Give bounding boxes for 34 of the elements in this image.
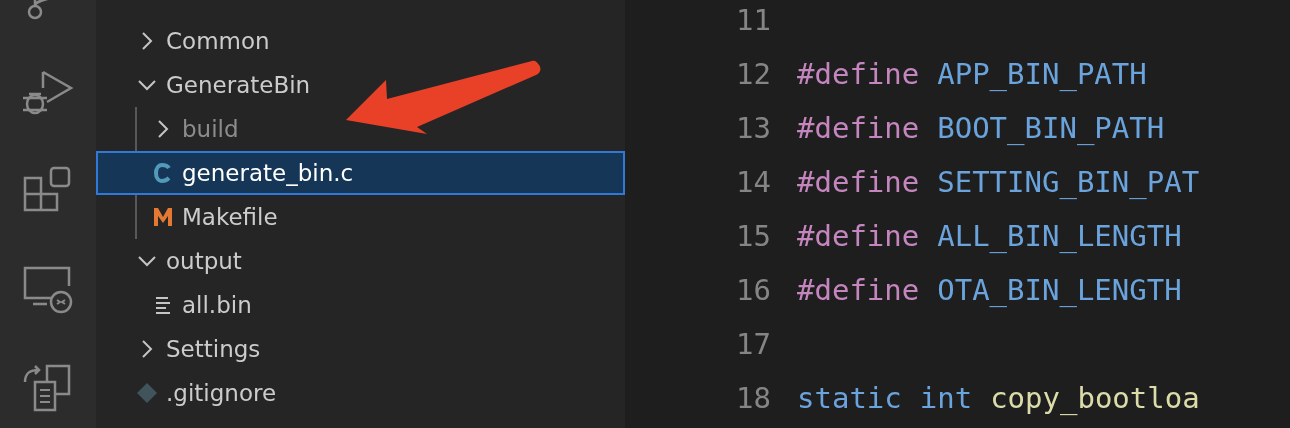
code-token: #define — [797, 165, 920, 199]
code-token: copy_bootloa — [990, 381, 1200, 415]
tree-item[interactable]: Common — [96, 19, 625, 63]
tree-item[interactable]: .gitignore — [96, 371, 625, 415]
tree-item[interactable]: Makefile — [96, 195, 625, 239]
code-token: BOOT_BIN_PATH — [937, 111, 1165, 145]
code-token: ALL_BIN_LENGTH — [937, 219, 1182, 253]
code-token: #define — [797, 111, 920, 145]
line-number: 14 — [735, 165, 771, 199]
line-number: 15 — [735, 219, 771, 253]
code-token: #define — [797, 57, 920, 91]
code-token: OTA_BIN_LENGTH — [937, 273, 1182, 307]
code-token: int — [919, 381, 973, 415]
tree-item[interactable]: Settings — [96, 327, 625, 371]
tree-item[interactable]: output — [96, 239, 625, 283]
line-number: 16 — [735, 273, 771, 307]
tree-item[interactable]: GenerateBin — [96, 63, 625, 107]
makefile-icon — [153, 206, 173, 228]
line-number: 11 — [735, 3, 771, 37]
code-token: #define — [797, 219, 920, 253]
tree-item[interactable]: build — [96, 107, 625, 151]
code-token: SETTING_BIN_PAT — [937, 165, 1200, 199]
code-token: static — [797, 381, 902, 415]
line-number: 18 — [735, 381, 771, 415]
code-token: #define — [797, 273, 920, 307]
git-icon — [137, 382, 157, 404]
tree-item[interactable]: generate_bin.c — [96, 151, 625, 195]
c-file-icon — [153, 162, 173, 184]
tree-item[interactable]: all.bin — [96, 283, 625, 327]
line-number: 12 — [735, 57, 771, 91]
code-token: APP_BIN_PATH — [937, 57, 1147, 91]
line-number: 17 — [735, 327, 771, 361]
text-lines-icon — [153, 294, 173, 316]
line-number: 13 — [735, 111, 771, 145]
